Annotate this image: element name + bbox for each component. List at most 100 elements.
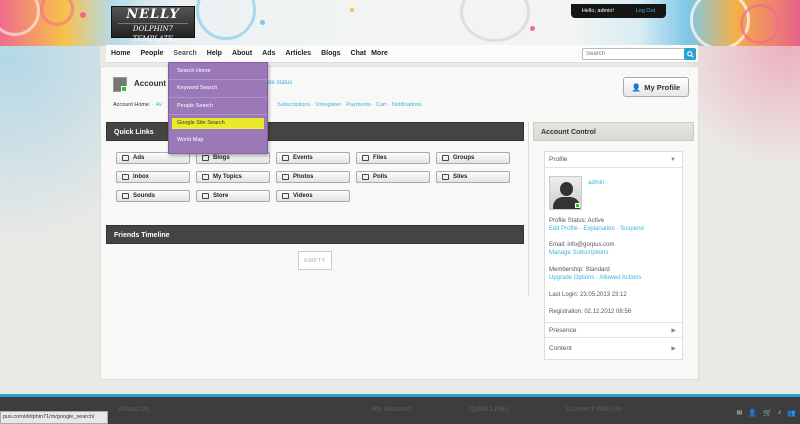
- quick-link-sites[interactable]: Sites: [436, 171, 510, 183]
- footer-heading-my-account: My Account: [372, 406, 412, 413]
- quick-link-inbox[interactable]: Inbox: [116, 171, 190, 183]
- my-profile-label: My Profile: [644, 82, 681, 92]
- nav-item-home[interactable]: Home: [106, 45, 135, 63]
- submenu-unregister[interactable]: Unregister: [315, 102, 340, 108]
- avatar[interactable]: [549, 176, 582, 210]
- list-icon: [362, 174, 369, 180]
- avatar[interactable]: [113, 77, 127, 92]
- folder-icon: [362, 155, 369, 161]
- site-logo[interactable]: NELLY DOLPHIN7 TEMPLATE: [111, 6, 195, 43]
- logo-name: NELLY: [126, 7, 180, 22]
- email-actions: Manage Subscriptions: [545, 250, 682, 256]
- logout-link[interactable]: Log Out: [636, 8, 656, 14]
- footer: About Us My Account Quick Links Connect …: [0, 397, 800, 424]
- link-icon: [442, 174, 449, 180]
- upgrade-options-link[interactable]: Upgrade Options: [549, 275, 594, 281]
- menu-item-world-map[interactable]: World Map: [169, 132, 267, 149]
- bell-icon[interactable]: ♪: [778, 409, 782, 417]
- quick-link-polls[interactable]: Polls: [356, 171, 430, 183]
- content-section-toggle[interactable]: Content ▶: [545, 341, 682, 357]
- membership-text: Membership: Standard: [549, 267, 610, 273]
- calendar-icon: [282, 155, 289, 161]
- user-icon: 👤: [631, 82, 642, 92]
- submenu-cart[interactable]: Cart: [376, 102, 386, 108]
- user-bar: Hello, admin! Log Out: [571, 4, 666, 18]
- last-login-text: Last Login: 23.05.2013 23:12: [549, 292, 627, 298]
- envelope-icon: [122, 174, 129, 180]
- banner-dot: [350, 8, 354, 12]
- nav-item-help[interactable]: Help: [202, 45, 227, 63]
- banner-swirl: [40, 0, 74, 26]
- nav-item-about[interactable]: About: [227, 45, 257, 63]
- submenu-subscriptions[interactable]: Subscriptions: [277, 102, 310, 108]
- search-dropdown-menu: Search Home Keyword Search People Search…: [168, 62, 268, 154]
- menu-item-people-search[interactable]: People Search: [169, 98, 267, 116]
- nav-item-people[interactable]: People: [135, 45, 168, 63]
- banner-dot: [260, 20, 265, 25]
- quick-link-groups[interactable]: Groups: [436, 152, 510, 164]
- user-icon[interactable]: 👤: [748, 409, 757, 417]
- search-input[interactable]: [583, 49, 683, 59]
- submenu-notifications[interactable]: Notifications: [392, 102, 422, 108]
- browser-status-url: pus.com/dolphin71/m/google_search/: [0, 411, 108, 424]
- search-icon: [686, 50, 694, 58]
- suspend-link[interactable]: Suspend: [620, 226, 644, 232]
- online-indicator: [575, 203, 580, 208]
- banner-swirl: [740, 4, 780, 44]
- email-text: Email: info@gorpus.com: [549, 242, 615, 248]
- profile-section-toggle[interactable]: Profile ▼: [545, 152, 682, 168]
- bottom-toolbar: ✉ 👤 🛒 ♪ 👥: [736, 409, 796, 417]
- search-button[interactable]: [684, 48, 696, 60]
- submenu-avatar[interactable]: Av: [156, 102, 162, 108]
- chevron-right-icon: ▶: [671, 328, 676, 334]
- profile-actions: Edit Profile · Explanation · Suspend: [549, 226, 644, 232]
- footer-heading-quick-links: Quick Links: [469, 406, 509, 413]
- right-decoration: [690, 46, 800, 206]
- quick-link-photos[interactable]: Photos: [276, 171, 350, 183]
- submenu-payments[interactable]: Payments: [346, 102, 370, 108]
- nav-item-search[interactable]: Search: [168, 45, 201, 63]
- menu-item-search-home[interactable]: Search Home: [169, 63, 267, 81]
- group-icon[interactable]: 👥: [787, 409, 796, 417]
- nav-item-ads[interactable]: Ads: [257, 45, 280, 63]
- banner-swirl: [460, 0, 530, 42]
- quick-link-events[interactable]: Events: [276, 152, 350, 164]
- submenu-account-home[interactable]: Account Home: [113, 102, 149, 108]
- quick-link-my-topics[interactable]: My Topics: [196, 171, 270, 183]
- quick-link-sounds[interactable]: Sounds: [116, 190, 190, 202]
- envelope-icon[interactable]: ✉: [736, 409, 742, 417]
- manage-subscriptions-link[interactable]: Manage Subscriptions: [549, 250, 608, 256]
- explanation-link[interactable]: Explanation: [583, 226, 614, 232]
- registration-text: Registration: 02.12.2012 08:56: [549, 309, 632, 315]
- username-link[interactable]: admin: [584, 180, 674, 186]
- account-control-panel: Profile ▼ admin Profile Status: Active E…: [544, 151, 683, 360]
- footer-heading-connect: Connect With Us: [566, 406, 622, 413]
- quick-link-store[interactable]: Store: [196, 190, 270, 202]
- quick-link-files[interactable]: Files: [356, 152, 430, 164]
- cart-icon[interactable]: 🛒: [763, 409, 772, 417]
- menu-item-google-site-search[interactable]: Google Site Search: [172, 118, 264, 130]
- music-icon: [122, 193, 129, 199]
- nav-item-more[interactable]: More: [371, 45, 393, 63]
- column-divider: [528, 122, 529, 296]
- comments-icon: [202, 174, 209, 180]
- book-icon: [202, 155, 209, 161]
- presence-section-toggle[interactable]: Presence ▶: [545, 322, 682, 338]
- nav-item-articles[interactable]: Articles: [280, 45, 316, 63]
- edit-profile-link[interactable]: Edit Profile: [549, 226, 578, 232]
- banner-dot: [80, 12, 86, 18]
- profile-status-text: Profile Status: Active: [549, 218, 605, 224]
- logo-subtitle: DOLPHIN7 TEMPLATE: [118, 23, 188, 44]
- group-icon: [442, 155, 449, 161]
- menu-item-keyword-search[interactable]: Keyword Search: [169, 80, 267, 98]
- camera-icon: [122, 155, 129, 161]
- my-profile-button[interactable]: 👤 My Profile: [623, 77, 689, 97]
- nav-item-chat[interactable]: Chat: [346, 45, 372, 63]
- user-greeting: Hello, admin!: [581, 8, 614, 14]
- nav-item-blogs[interactable]: Blogs: [316, 45, 345, 63]
- allowed-actions-link[interactable]: Allowed Actions: [599, 275, 641, 281]
- footer-heading-about: About Us: [118, 406, 150, 413]
- quick-link-videos[interactable]: Videos: [276, 190, 350, 202]
- banner-dot: [530, 26, 535, 31]
- film-icon: [282, 193, 289, 199]
